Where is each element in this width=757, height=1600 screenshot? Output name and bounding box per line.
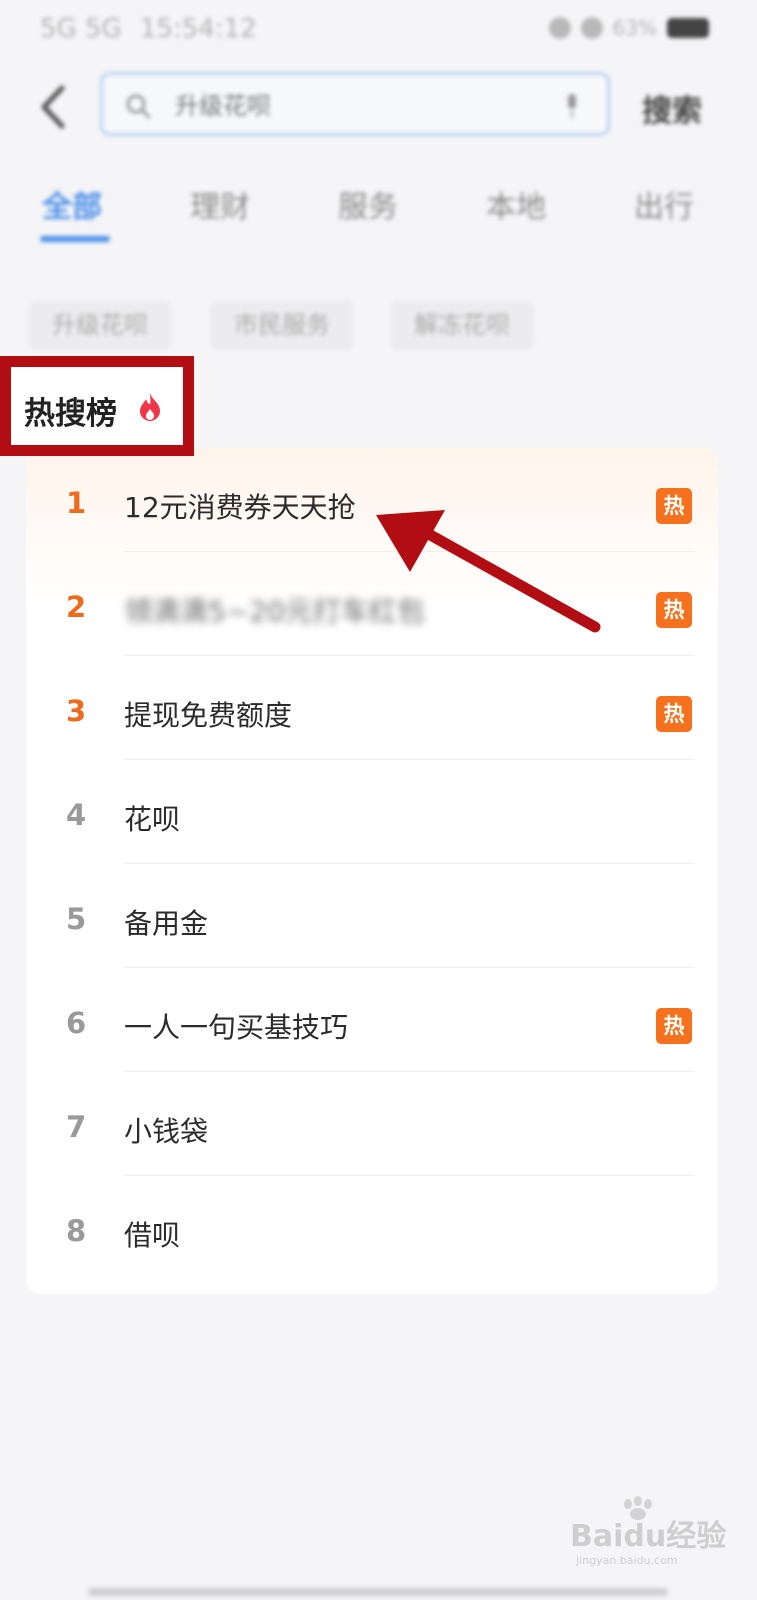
status-left: 5G 5G 15:54:12 — [40, 14, 257, 44]
bluetooth-icon — [548, 17, 571, 39]
battery-icon — [667, 18, 709, 38]
back-arrow-icon[interactable] — [32, 82, 76, 132]
hot-search-item[interactable]: 8 借呗 — [26, 1176, 718, 1280]
hot-search-list: 1 12元消费券天天抢 热 2 领滴滴5~20元打车红包 热 3 提现免费额度 … — [26, 448, 718, 1294]
hot-search-item[interactable]: 7 小钱袋 — [26, 1072, 718, 1176]
suggestion-chip[interactable]: 市民服务 — [210, 300, 354, 350]
hot-search-title: 热搜榜 — [24, 396, 117, 432]
hot-search-item[interactable]: 2 领滴滴5~20元打车红包 热 — [26, 552, 718, 656]
tab-wealth[interactable]: 理财 — [190, 182, 250, 226]
hot-search-label: 领滴滴5~20元打车红包 — [124, 595, 425, 628]
hot-search-item[interactable]: 1 12元消费券天天抢 热 — [26, 448, 718, 552]
search-icon — [126, 94, 151, 119]
tab-local[interactable]: 本地 — [486, 182, 546, 226]
hot-badge: 热 — [656, 592, 692, 628]
clock: 15:54:12 — [139, 14, 257, 44]
rank-number: 3 — [66, 694, 87, 728]
hot-search-label: 花呗 — [124, 803, 181, 836]
active-tab-indicator — [40, 236, 110, 242]
hot-search-item[interactable]: 3 提现免费额度 热 — [26, 656, 718, 760]
rank-number: 5 — [66, 902, 87, 936]
hot-badge: 热 — [656, 696, 692, 732]
suggestion-chip[interactable]: 解冻花呗 — [390, 300, 534, 350]
hot-search-item[interactable]: 6 一人一句买基技巧 热 — [26, 968, 718, 1072]
watermark-subtext: jingyan.baidu.com — [575, 1554, 678, 1566]
rank-number: 8 — [66, 1214, 87, 1248]
watermark-text: Baidu经验 — [570, 1519, 726, 1554]
hot-badge: 热 — [656, 488, 692, 524]
rank-number: 7 — [66, 1110, 87, 1144]
tab-all[interactable]: 全部 — [42, 182, 102, 226]
tab-services[interactable]: 服务 — [338, 182, 398, 226]
network-indicator: 5G 5G — [40, 14, 122, 44]
rank-number: 2 — [66, 590, 87, 624]
search-box[interactable] — [100, 72, 610, 136]
flame-icon — [140, 393, 160, 421]
status-bar: 5G 5G 15:54:12 63% — [0, 0, 757, 56]
rank-number: 1 — [66, 486, 87, 520]
tab-travel[interactable]: 出行 — [634, 182, 694, 226]
hot-search-label: 12元消费券天天抢 — [124, 491, 356, 524]
hot-badge: 热 — [656, 1008, 692, 1044]
hot-search-label: 一人一句买基技巧 — [124, 1011, 349, 1044]
home-indicator — [88, 1588, 668, 1596]
battery-percent: 63% — [612, 16, 657, 40]
category-tabs: 全部 理财 服务 本地 出行 — [0, 176, 757, 246]
hot-search-label: 借呗 — [124, 1219, 181, 1252]
hot-search-label: 备用金 — [124, 907, 209, 940]
rank-number: 6 — [66, 1006, 87, 1040]
hot-search-label: 提现免费额度 — [124, 699, 293, 732]
wifi-icon — [580, 17, 603, 39]
search-input[interactable] — [173, 89, 537, 123]
hot-search-item[interactable]: 5 备用金 — [26, 864, 718, 968]
rank-number: 4 — [66, 798, 87, 832]
hot-search-item[interactable]: 4 花呗 — [26, 760, 718, 864]
search-button[interactable]: 搜索 — [642, 86, 702, 130]
status-right: 63% — [548, 16, 709, 40]
hot-search-label: 小钱袋 — [124, 1115, 209, 1148]
microphone-icon[interactable] — [565, 93, 579, 119]
baidu-jingyan-watermark: Baidu经验 jingyan.baidu.com — [570, 1496, 726, 1566]
suggestion-chip[interactable]: 升级花呗 — [28, 300, 172, 350]
